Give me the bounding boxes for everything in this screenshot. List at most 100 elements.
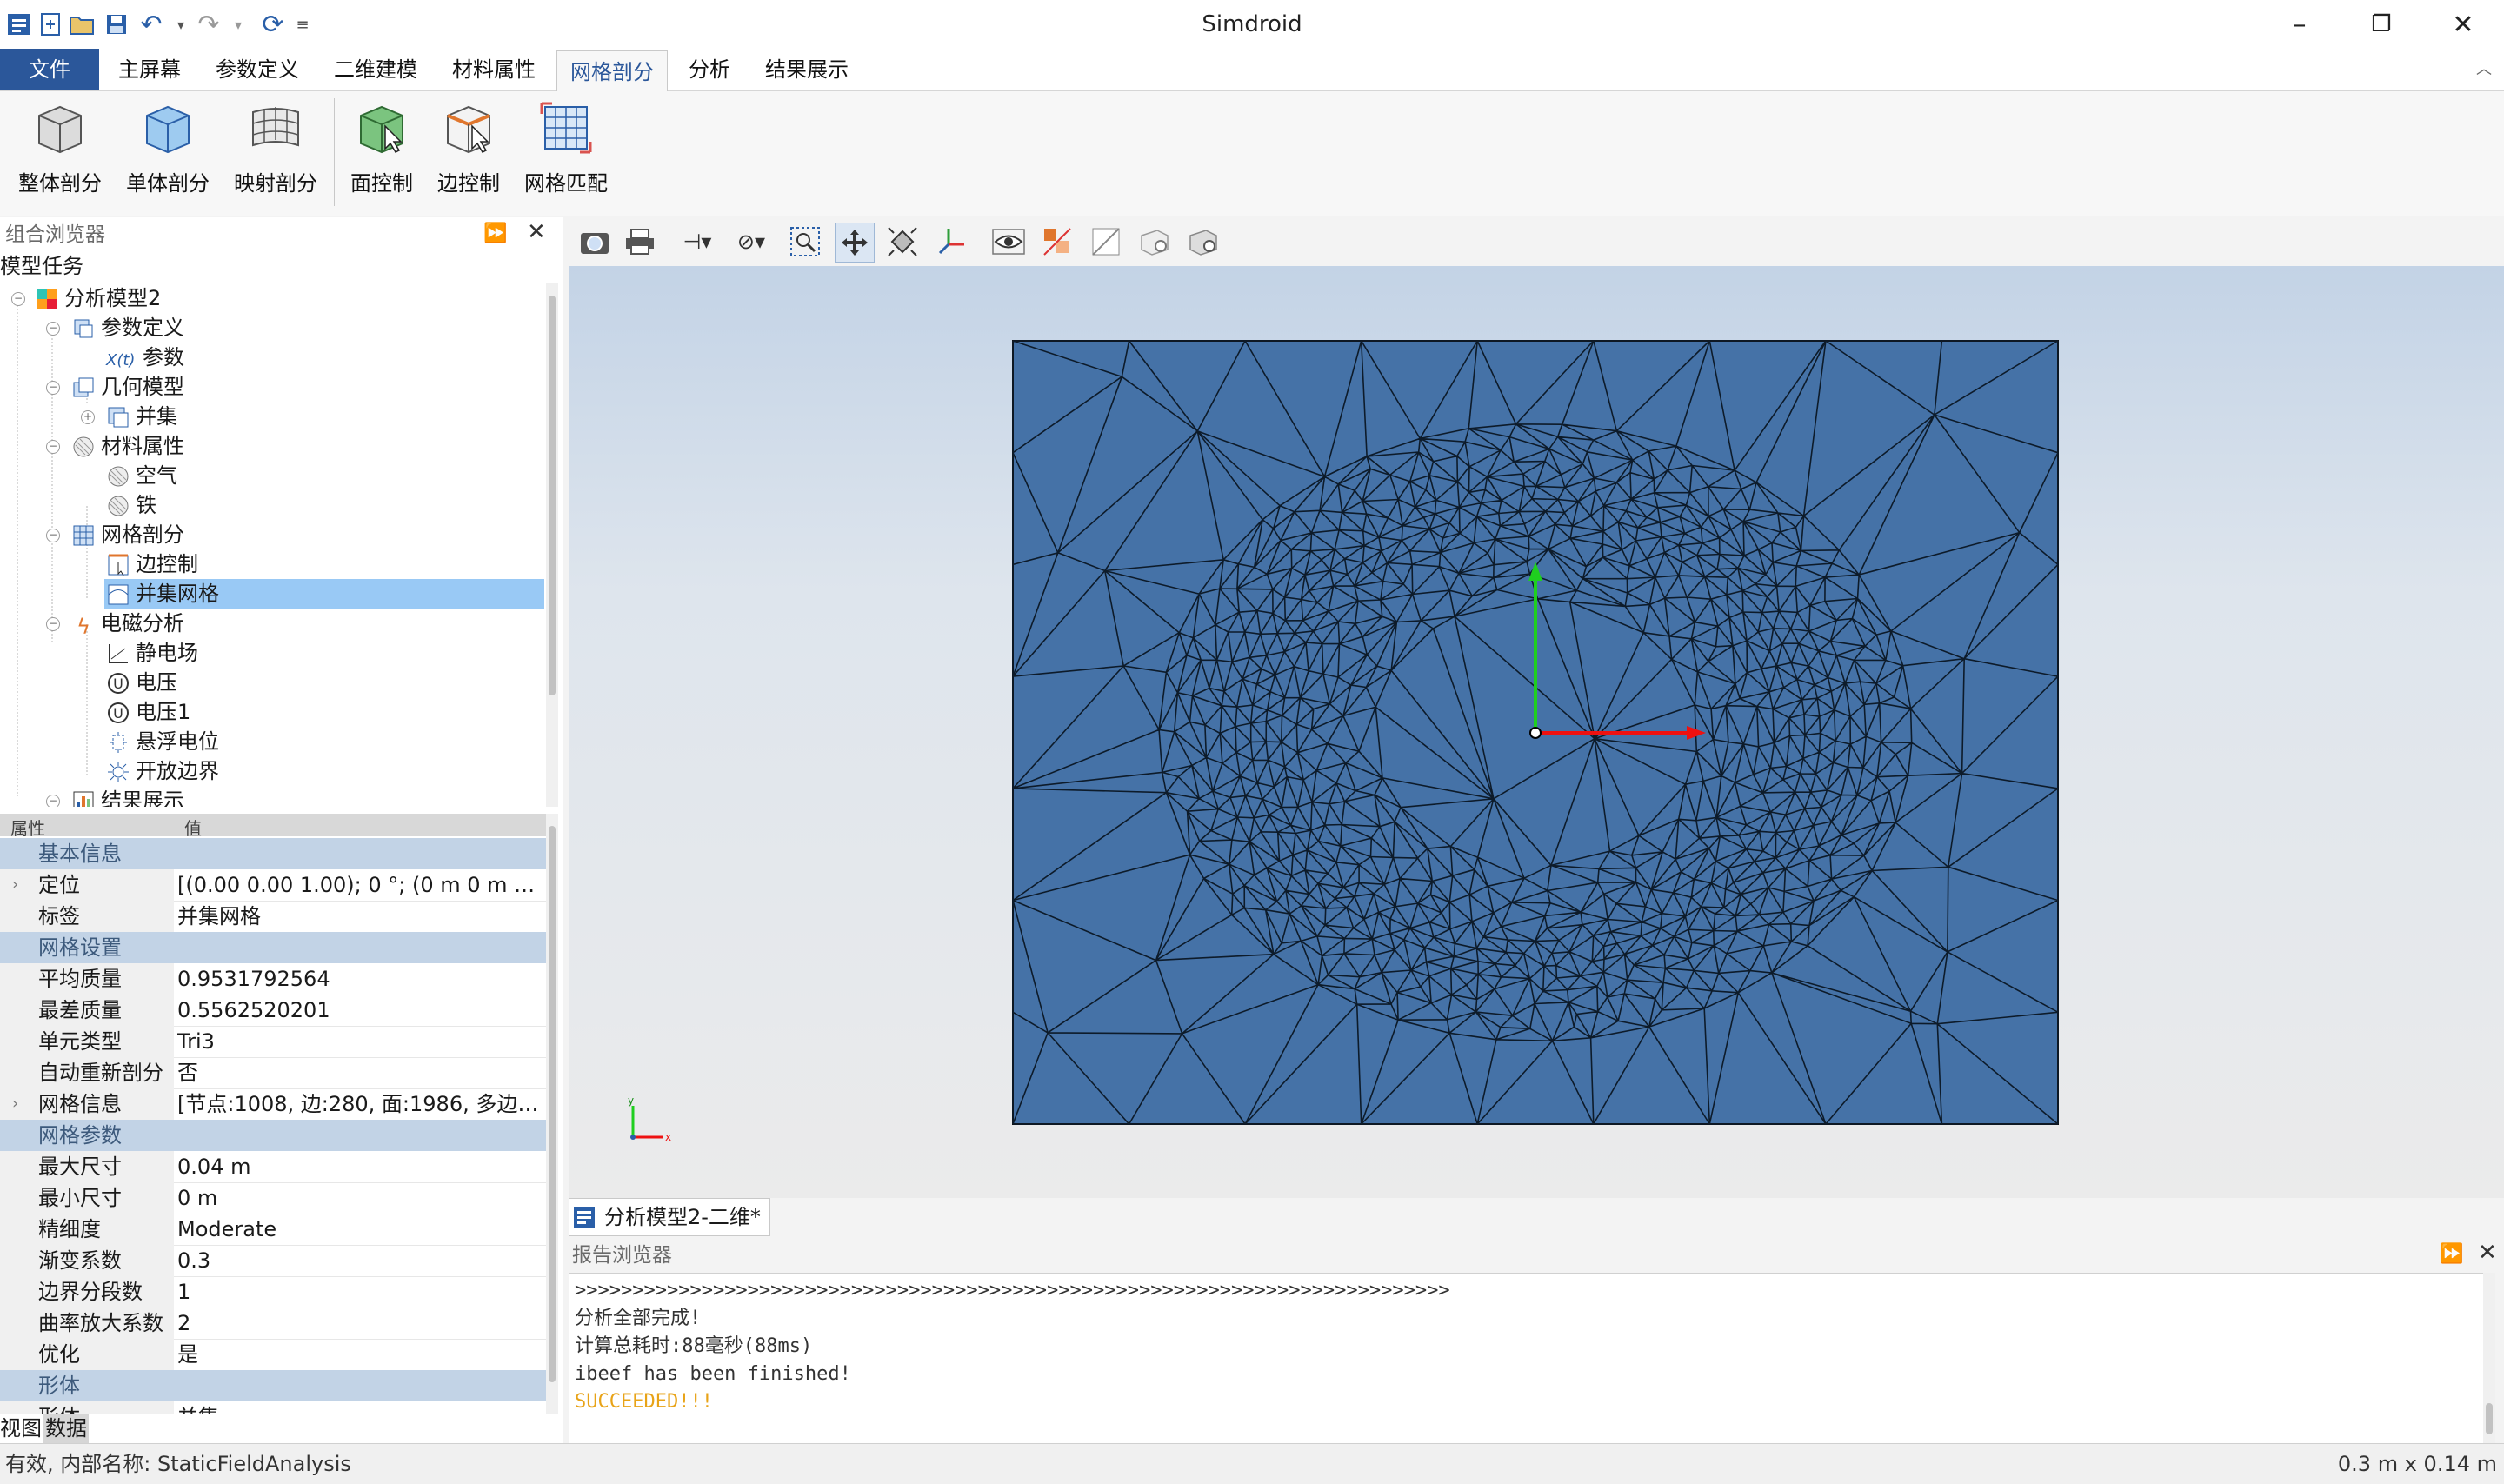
tab-view[interactable]: 视图 [0,1414,42,1443]
tree-item-results[interactable]: 结果展示 [71,786,184,807]
expand-toggle[interactable]: + [81,410,95,424]
measure-icon[interactable] [1135,223,1174,261]
prop-boundary-segments[interactable]: 边界分段数 1 [0,1276,546,1308]
tree-item-param-def[interactable]: 参数定义 [71,313,184,343]
tree-item-floating-potential[interactable]: 悬浮电位 [106,727,219,756]
section-plane-icon[interactable] [1038,223,1076,261]
tree-item-material[interactable]: 材料属性 [71,431,184,461]
app-logo-icon[interactable] [3,9,35,40]
collapse-toggle[interactable]: − [46,617,60,631]
tab-meshing[interactable]: 网格剖分 [556,50,668,91]
tree-item-analysis-model[interactable]: 分析模型2 [35,283,161,313]
prop-value[interactable]: 0.3 [177,1245,543,1276]
chevron-down-icon[interactable]: ▾ [165,9,196,40]
prop-avg-quality[interactable]: 平均质量 0.9531792564 [0,963,546,995]
tree-item-em-analysis[interactable]: ϟ 电磁分析 [71,609,184,639]
expand-arrow-icon[interactable]: › [12,869,18,901]
tree-item-electrostatic[interactable]: 静电场 [106,638,198,668]
prop-gradient[interactable]: 渐变系数 0.3 [0,1245,546,1277]
tree-item-union-mesh[interactable]: 并集网格 [104,579,544,609]
tree-item-param[interactable]: X(t) 参数 [106,343,184,372]
dock-arrows-icon[interactable]: ⏩ [2440,1243,2463,1265]
tab-parameter-definition[interactable]: 参数定义 [205,49,310,90]
tab-results[interactable]: 结果展示 [753,49,861,90]
expand-arrow-icon[interactable]: › [12,1088,18,1120]
prop-value[interactable]: 0.04 m [177,1151,543,1182]
tree-item-iron[interactable]: 铁 [106,490,156,520]
collapse-toggle[interactable]: − [46,795,60,807]
tab-2d-modeling[interactable]: 二维建模 [323,49,428,90]
prop-value[interactable]: 并集网格 [177,901,543,932]
tab-home[interactable]: 主屏幕 [108,49,191,90]
tab-analysis[interactable]: 分析 [678,49,741,90]
collapse-toggle[interactable]: − [11,292,25,306]
tree-item-edge-control[interactable]: 边控制 [106,549,198,579]
tree-item-geometry[interactable]: 几何模型 [71,372,184,402]
prop-value[interactable]: 否 [177,1057,543,1088]
save-icon[interactable] [101,9,132,40]
collapse-toggle[interactable]: − [46,440,60,454]
print-icon[interactable] [621,223,659,261]
edge-control-button[interactable]: 边控制 [430,98,508,203]
display-mode-icon[interactable]: ⊘▾ [725,223,777,261]
tree-item-voltage[interactable]: U 电压 [106,668,177,697]
customize-toolbar-icon[interactable]: ≡ [287,9,318,40]
prop-value[interactable]: 并集 [177,1401,543,1414]
file-menu[interactable]: 文件 [0,49,99,90]
prop-optimize[interactable]: 优化 是 [0,1339,546,1371]
close-panel-icon[interactable]: ✕ [527,219,546,245]
prop-value[interactable]: 是 [177,1339,543,1370]
3d-viewport[interactable]: x y [569,266,2504,1198]
redo-icon[interactable]: ↷ [193,9,224,40]
chevron-down-icon[interactable]: ▾ [223,9,254,40]
tree-item-voltage1[interactable]: U 电压1 [106,697,190,727]
pan-icon[interactable] [835,223,875,263]
prop-value[interactable]: Tri3 [177,1026,543,1057]
tree-scrollbar[interactable] [546,283,558,807]
prop-position[interactable]: › 定位 [(0.00 0.00 1.00); 0 °; (0 m 0 m 0 m)… [0,869,546,902]
minimize-icon[interactable]: – [2261,0,2339,49]
zoom-box-icon[interactable] [786,223,824,261]
fit-view-icon[interactable] [883,223,922,261]
mapped-mesh-button[interactable]: 映射剖分 [228,98,323,203]
face-control-button[interactable]: 面控制 [343,98,421,203]
refresh-icon[interactable]: ⟳ [257,9,289,40]
tree-item-mesh[interactable]: 网格剖分 [71,520,184,549]
tree-item-open-boundary[interactable]: 开放边界 [106,756,219,786]
single-mesh-button[interactable]: 单体剖分 [120,98,216,203]
undo-icon[interactable]: ↶ [136,9,167,40]
prop-auto-remesh[interactable]: 自动重新剖分否 [0,1057,546,1089]
prop-value[interactable]: Moderate [177,1214,543,1245]
mesh-match-button[interactable]: 网格匹配 [518,98,614,203]
clip-box-icon[interactable] [1087,223,1125,261]
collapse-ribbon-icon[interactable]: ︿ [2471,49,2497,90]
restore-icon[interactable]: ❐ [2342,0,2421,49]
open-folder-icon[interactable] [66,9,97,40]
prop-worst-quality[interactable]: 最差质量 0.5562520201 [0,995,546,1027]
prop-value[interactable]: 2 [177,1308,543,1339]
prop-shape[interactable]: 形体 并集 [0,1401,546,1414]
report-scrollbar[interactable] [2483,1273,2495,1443]
tree-item-air[interactable]: 空气 [106,461,177,490]
group-basic-info[interactable]: 基本信息 [0,838,546,869]
prop-mesh-info[interactable]: › 网格信息 [节点:1008, 边:280, 面:1986, 多边形:...] [0,1088,546,1121]
tab-material-properties[interactable]: 材料属性 [442,49,546,90]
prop-max-size[interactable]: 最大尺寸 0.04 m [0,1151,546,1183]
tree-item-union[interactable]: 并集 [106,402,177,431]
close-panel-icon[interactable]: ✕ [2478,1240,2497,1266]
prop-element-type[interactable]: 单元类型 Tri3 [0,1026,546,1058]
property-scrollbar[interactable] [546,814,558,1414]
eye-icon[interactable] [989,223,1028,261]
camera-icon[interactable] [576,223,614,261]
group-mesh-params[interactable]: 网格参数 [0,1120,546,1151]
collapse-toggle[interactable]: − [46,529,60,542]
prop-value[interactable]: [(0.00 0.00 1.00); 0 °; (0 m 0 m 0 m)] [177,869,543,901]
group-shape[interactable]: 形体 [0,1370,546,1401]
probe-icon[interactable] [1184,223,1222,261]
close-icon[interactable]: ✕ [2424,0,2502,49]
collapse-toggle[interactable]: − [46,322,60,336]
prop-label[interactable]: 标签 并集网格 [0,901,546,933]
report-log[interactable]: >>>>>>>>>>>>>>>>>>>>>>>>>>>>>>>>>>>>>>>>… [569,1273,2485,1445]
prop-value[interactable]: 1 [177,1276,543,1308]
prop-value[interactable]: 0 m [177,1182,543,1214]
